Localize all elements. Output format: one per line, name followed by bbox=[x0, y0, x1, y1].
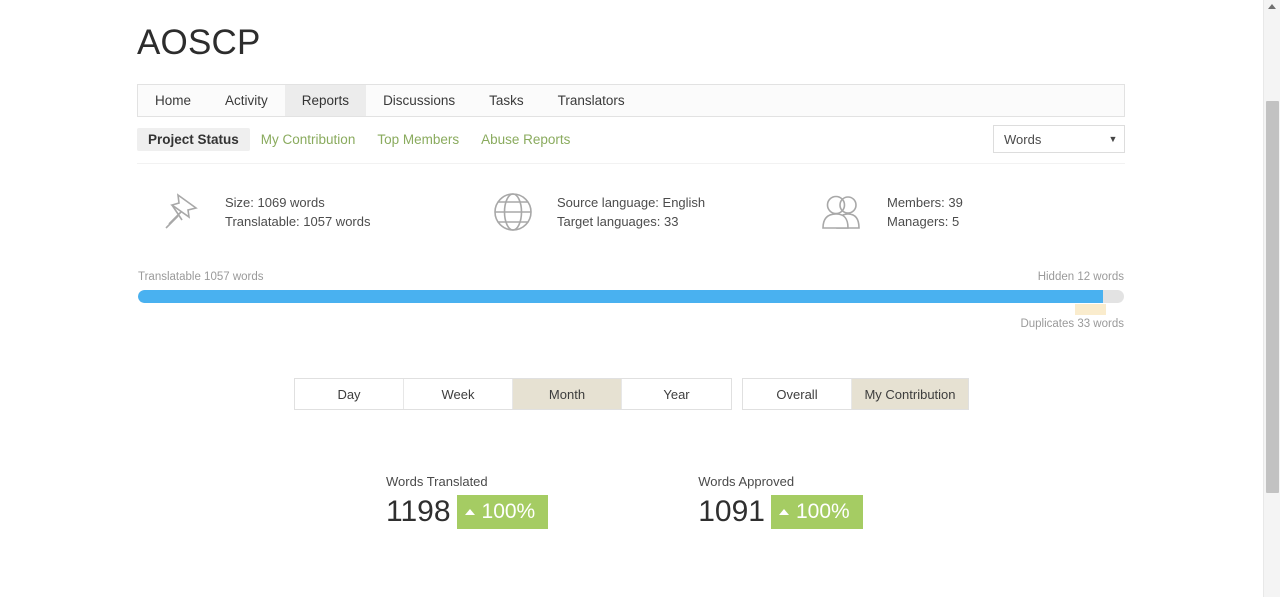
subnav-item-project-status[interactable]: Project Status bbox=[137, 127, 250, 151]
metric-words-translated-label: Words Translated bbox=[386, 474, 488, 489]
stat-languages-text: Source language: English Target language… bbox=[557, 194, 705, 230]
page-title: AOSCP bbox=[137, 23, 261, 62]
tab-discussions[interactable]: Discussions bbox=[366, 85, 472, 116]
stat-size-line-1: Size: 1069 words bbox=[225, 195, 325, 210]
sub-navigation: Project Status My Contribution Top Membe… bbox=[137, 126, 1125, 152]
users-icon bbox=[817, 186, 869, 238]
metric-words-translated-badge: 100% bbox=[456, 495, 549, 529]
globe-icon bbox=[487, 186, 539, 238]
subnav-item-abuse-reports[interactable]: Abuse Reports bbox=[470, 128, 581, 151]
subnav-item-top-members[interactable]: Top Members bbox=[366, 128, 470, 151]
metric-words-translated: Words Translated 1198 100% bbox=[386, 474, 549, 529]
triangle-up-icon bbox=[464, 509, 475, 515]
tab-activity[interactable]: Activity bbox=[208, 85, 285, 116]
tab-reports[interactable]: Reports bbox=[284, 85, 367, 116]
chevron-down-icon: ▼ bbox=[1108, 133, 1118, 144]
progress-label-hidden: Hidden 12 words bbox=[1037, 271, 1124, 283]
triangle-up-icon[interactable] bbox=[1268, 4, 1276, 9]
progress-bar-duplicates bbox=[1075, 304, 1106, 315]
stat-size-line-2: Translatable: 1057 words bbox=[225, 214, 371, 229]
unit-select[interactable]: Words ▼ bbox=[993, 125, 1125, 153]
progress-bar-fill bbox=[138, 290, 1104, 303]
stat-members-text: Members: 39 Managers: 5 bbox=[887, 194, 963, 230]
period-button-month[interactable]: Month bbox=[513, 379, 622, 409]
scope-group: Overall My Contribution bbox=[742, 378, 969, 410]
stat-languages: Source language: English Target language… bbox=[487, 186, 705, 238]
main-tab-bar: Home Activity Reports Discussions Tasks … bbox=[137, 84, 1125, 117]
scope-button-my-contribution[interactable]: My Contribution bbox=[852, 379, 968, 409]
triangle-up-icon bbox=[778, 509, 789, 515]
scope-button-overall[interactable]: Overall bbox=[743, 379, 852, 409]
unit-select-value: Words bbox=[1004, 131, 1042, 147]
tab-tasks[interactable]: Tasks bbox=[472, 85, 541, 116]
page-scrollbar[interactable] bbox=[1263, 0, 1280, 597]
period-button-day[interactable]: Day bbox=[295, 379, 404, 409]
tab-translators[interactable]: Translators bbox=[541, 85, 642, 116]
progress-label-duplicates: Duplicates 33 words bbox=[1020, 318, 1124, 330]
metric-words-translated-value: 1198 bbox=[386, 495, 451, 528]
metric-words-translated-row: 1198 100% bbox=[386, 495, 549, 529]
period-range-group: Day Week Month Year bbox=[294, 378, 732, 410]
metric-words-approved-change: 100% bbox=[795, 500, 850, 523]
stat-members-line-1: Members: 39 bbox=[887, 195, 963, 210]
metric-words-approved-label: Words Approved bbox=[698, 474, 795, 489]
project-stats-row: Size: 1069 words Translatable: 1057 word… bbox=[137, 186, 1125, 248]
stat-members-line-2: Managers: 5 bbox=[887, 214, 960, 229]
page-root: AOSCP Home Activity Reports Discussions … bbox=[0, 0, 1280, 597]
stat-languages-line-2: Target languages: 33 bbox=[557, 214, 679, 229]
period-toggle-bar: Day Week Month Year Overall My Contribut… bbox=[294, 378, 969, 410]
metric-words-approved: Words Approved 1091 100% bbox=[698, 474, 863, 529]
pushpin-icon bbox=[155, 186, 207, 238]
metric-words-approved-row: 1091 100% bbox=[698, 495, 863, 529]
tab-home[interactable]: Home bbox=[138, 85, 208, 116]
stat-members: Members: 39 Managers: 5 bbox=[817, 186, 963, 238]
period-button-week[interactable]: Week bbox=[404, 379, 513, 409]
stat-size-text: Size: 1069 words Translatable: 1057 word… bbox=[225, 194, 371, 230]
progress-bar bbox=[138, 290, 1124, 303]
subnav-divider bbox=[137, 163, 1125, 164]
scrollbar-thumb[interactable] bbox=[1266, 101, 1279, 493]
metric-words-approved-value: 1091 bbox=[698, 495, 765, 528]
stat-languages-line-1: Source language: English bbox=[557, 195, 706, 210]
metric-words-translated-change: 100% bbox=[481, 500, 536, 523]
period-button-year[interactable]: Year bbox=[622, 379, 731, 409]
stat-size: Size: 1069 words Translatable: 1057 word… bbox=[155, 186, 371, 238]
subnav-item-my-contribution[interactable]: My Contribution bbox=[250, 128, 367, 151]
metrics-row: Words Translated 1198 100% Words Approve… bbox=[386, 474, 863, 529]
progress-label-translatable: Translatable 1057 words bbox=[138, 271, 264, 283]
metric-words-approved-badge: 100% bbox=[770, 495, 863, 529]
